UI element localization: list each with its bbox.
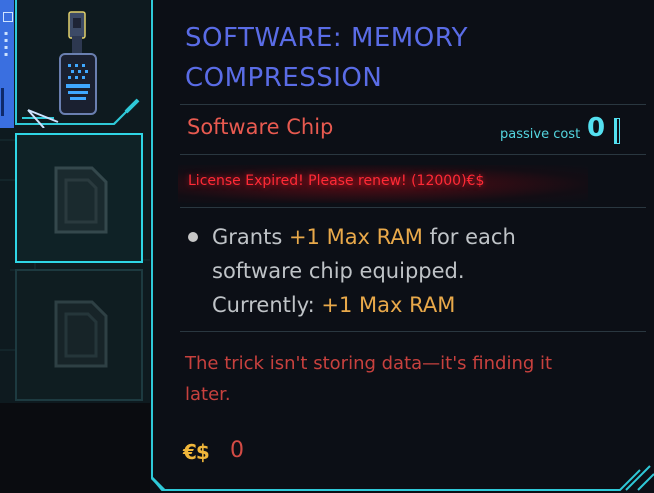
description-prefix: Grants [212, 225, 289, 249]
current-label: Currently: [212, 293, 322, 317]
inventory-slot-3[interactable] [14, 268, 144, 402]
inventory-column: ▪ ▪ ▪ ▪ [0, 0, 150, 493]
item-type: Software Chip [187, 115, 334, 139]
divider [180, 104, 646, 105]
item-price: 0 [230, 438, 244, 463]
item-title: SOFTWARE: MEMORY COMPRESSION [185, 18, 605, 98]
current-value: +1 Max RAM [321, 293, 456, 317]
empty-chip-slot-icon [50, 166, 108, 238]
inventory-footer [0, 403, 150, 493]
eurodollar-icon: €$ [183, 440, 210, 464]
memory-chip-icon [58, 8, 104, 120]
item-title-line-2: COMPRESSION [185, 63, 383, 93]
item-title-line-1: SOFTWARE: MEMORY [185, 23, 468, 53]
item-description: Grants +1 Max RAM for each software chip… [212, 220, 552, 322]
passive-cost-label: passive cost [500, 127, 581, 142]
inventory-slot-1[interactable] [14, 0, 140, 129]
bullet-icon [188, 232, 198, 242]
checkbox-icon [3, 12, 13, 22]
strip-bar [1, 88, 4, 116]
divider [180, 331, 646, 332]
divider [180, 154, 646, 155]
inventory-slot-2[interactable] [14, 132, 144, 264]
side-status-strip: ▪ ▪ ▪ ▪ [0, 0, 14, 128]
license-warning: License Expired! Please renew! (12000)€$ [178, 165, 588, 203]
empty-chip-slot-icon [50, 300, 108, 372]
strip-ticks: ▪ ▪ ▪ ▪ [4, 30, 9, 58]
passive-cost-gauge [614, 118, 620, 144]
item-tooltip: SOFTWARE: MEMORY COMPRESSION Software Ch… [150, 0, 654, 493]
description-highlight: +1 Max RAM [288, 225, 423, 249]
passive-cost-value: 0 [587, 113, 606, 143]
flavor-text: The trick isn't storing data—it's findin… [185, 353, 553, 405]
license-warning-text: License Expired! Please renew! (12000)€$ [188, 173, 485, 189]
divider [180, 207, 646, 208]
